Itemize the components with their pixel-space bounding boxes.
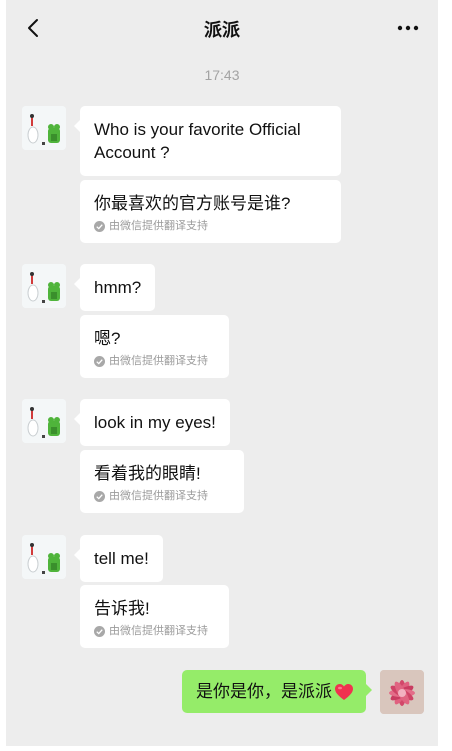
my-avatar[interactable] bbox=[380, 670, 424, 714]
chat-header: 派派 bbox=[6, 0, 438, 56]
check-circle-icon bbox=[94, 220, 105, 232]
contact-avatar[interactable] bbox=[22, 399, 66, 443]
bear-avatar-icon bbox=[22, 106, 66, 150]
message-bubble[interactable]: tell me! bbox=[74, 535, 163, 582]
more-dots-icon bbox=[397, 25, 419, 31]
bear-avatar-icon bbox=[22, 535, 66, 579]
message-bubble[interactable]: look in my eyes! bbox=[74, 399, 230, 446]
translation-text: 你最喜欢的官方账号是谁? bbox=[94, 194, 291, 213]
translation-note: 由微信提供翻译支持 bbox=[94, 489, 230, 503]
translation-note-text: 由微信提供翻译支持 bbox=[109, 490, 208, 502]
heart-icon bbox=[334, 683, 354, 701]
message-text: hmm? bbox=[94, 278, 142, 297]
chat-title: 派派 bbox=[204, 20, 240, 40]
message-text: tell me! bbox=[94, 549, 149, 568]
translation-note-text: 由微信提供翻译支持 bbox=[109, 355, 208, 367]
translation-text: 告诉我! bbox=[94, 599, 150, 618]
contact-avatar[interactable] bbox=[22, 106, 66, 150]
translation-note: 由微信提供翻译支持 bbox=[94, 354, 215, 368]
bear-avatar-icon bbox=[22, 264, 66, 308]
contact-avatar[interactable] bbox=[22, 264, 66, 308]
translation-bubble[interactable]: 你最喜欢的官方账号是谁? 由微信提供翻译支持 bbox=[80, 180, 341, 243]
translation-bubble[interactable]: 看着我的眼睛! 由微信提供翻译支持 bbox=[80, 450, 244, 513]
more-button[interactable] bbox=[392, 14, 424, 42]
check-circle-icon bbox=[94, 355, 105, 367]
bear-avatar-icon bbox=[22, 399, 66, 443]
message-text: look in my eyes! bbox=[94, 413, 216, 432]
my-message-bubble[interactable]: 是你是你，是派派 bbox=[182, 670, 372, 713]
message-bubble[interactable]: Who is your favorite Official Account ? bbox=[74, 106, 341, 176]
contact-avatar[interactable] bbox=[22, 535, 66, 579]
check-circle-icon bbox=[94, 625, 105, 637]
message-bubble[interactable]: hmm? bbox=[73, 264, 156, 311]
my-message-text: 是你是你，是派派 bbox=[196, 682, 332, 701]
translation-bubble[interactable]: 告诉我! 由微信提供翻译支持 bbox=[80, 585, 229, 648]
translation-bubble[interactable]: 嗯? 由微信提供翻译支持 bbox=[80, 315, 229, 378]
translation-note: 由微信提供翻译支持 bbox=[94, 624, 215, 638]
translation-note-text: 由微信提供翻译支持 bbox=[109, 625, 208, 637]
message-timestamp: 17:43 bbox=[204, 67, 240, 83]
message-text: Who is your favorite Official Account ? bbox=[94, 120, 301, 162]
check-circle-icon bbox=[94, 490, 105, 502]
flower-avatar-icon bbox=[380, 670, 424, 714]
chat-screen: 派派 17:43 Who is your favorite Official A… bbox=[6, 0, 438, 746]
translation-text: 嗯? bbox=[94, 329, 121, 348]
translation-text: 看着我的眼睛! bbox=[94, 464, 201, 483]
translation-note: 由微信提供翻译支持 bbox=[94, 219, 327, 233]
translation-note-text: 由微信提供翻译支持 bbox=[109, 220, 208, 232]
